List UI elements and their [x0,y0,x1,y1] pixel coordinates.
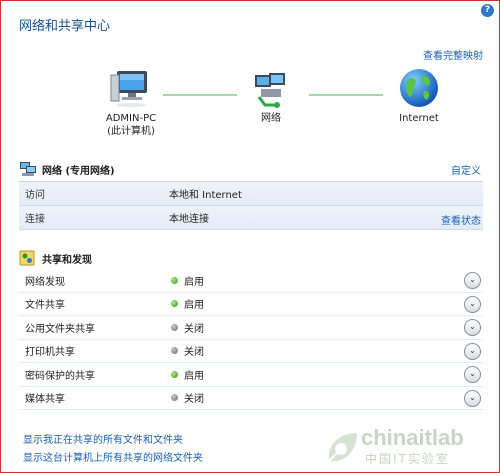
connection-line-1 [163,94,237,96]
sharing-section-header: 共享和发现 [19,247,483,269]
computer-name: ADMIN-PC [105,113,157,124]
file-sharing-status: 启用 [184,300,204,312]
chevron-down-icon[interactable]: ⌄ [464,389,481,407]
leaf-logo-icon [328,433,357,462]
file-sharing-label: 文件共享 [25,300,65,312]
chevron-down-icon[interactable]: ⌄ [464,272,481,289]
sharing-row: 文件共享 启用 ⌄ [19,293,483,316]
show-shared-folders-link[interactable]: 显示这台计算机上所有共享的网络文件夹 [23,449,203,464]
computer-icon [110,71,147,107]
help-icon[interactable]: ? [481,4,494,17]
view-full-map-link[interactable]: 查看完整映射 [423,47,483,62]
chevron-down-icon[interactable]: ⌄ [464,319,481,336]
network-info-row: 连接 本地连接 查看状态 [19,206,483,230]
sharing-row: 网络发现 启用 ⌄ [19,269,483,293]
globe-icon [400,69,438,107]
status-off-icon [171,347,178,355]
printer-sharing-label: 打印机共享 [25,347,75,359]
watermark: chinaitlab 中国IT实验室 [323,425,483,469]
network-node[interactable]: 网络 [241,71,301,125]
network-section-icon [19,161,37,177]
public-folder-sharing-status: 关闭 [184,323,204,335]
page-title: 网络和共享中心 [19,19,111,34]
status-off-icon [171,394,178,402]
network-section-header: 网络 (专用网络) [19,158,483,180]
internet-label: Internet [399,113,439,124]
sharing-row: 密码保护的共享 启用 ⌄ [19,363,483,387]
sharing-section-title: 共享和发现 [42,254,92,266]
network-sharing-center-window: 网络和共享中心 ? 查看完整映射 ADMIN-PC (此计算机) 网络 Inte… [0,0,500,473]
sharing-row: 公用文件夹共享 关闭 ⌄ [19,316,483,340]
chevron-down-icon[interactable]: ⌄ [464,342,481,360]
sharing-row: 打印机共享 关闭 ⌄ [19,340,483,363]
internet-node[interactable]: Internet [389,67,449,125]
access-value: 本地和 Internet [169,190,242,201]
network-info-row: 访问 本地和 Internet [19,182,483,206]
media-sharing-label: 媒体共享 [25,394,65,406]
status-on-icon [171,370,178,378]
computer-sublabel: (此计算机) [107,126,155,137]
network-discovery-label: 网络发现 [25,276,65,288]
watermark-subtitle: 中国IT实验室 [365,452,450,466]
network-icon [255,73,285,108]
computer-node[interactable]: ADMIN-PC (此计算机) [91,69,171,138]
show-shared-files-link[interactable]: 显示我正在共享的所有文件和文件夹 [23,431,183,446]
status-on-icon [171,300,178,308]
connection-value: 本地连接 [169,214,209,225]
customize-link[interactable]: 自定义 [451,162,481,177]
connection-key: 连接 [25,214,45,225]
network-info-table: 访问 本地和 Internet 连接 本地连接 查看状态 [19,181,483,230]
network-section-title: 网络 (专用网络) [42,165,115,177]
chevron-down-icon[interactable]: ⌄ [464,366,481,383]
media-sharing-status: 关闭 [184,394,204,406]
network-discovery-status: 启用 [184,276,204,288]
watermark-brand: chinaitlab [361,425,464,450]
password-protected-sharing-label: 密码保护的共享 [25,370,95,382]
sharing-table: 网络发现 启用 ⌄ 文件共享 启用 ⌄ 公用文件夹共享 关闭 ⌄ 打印机共享 关… [19,269,483,410]
status-off-icon [171,323,178,331]
connection-line-2 [309,94,383,96]
network-label: 网络 [261,113,281,124]
sharing-row: 媒体共享 关闭 ⌄ [19,387,483,410]
view-status-link[interactable]: 查看状态 [441,212,481,227]
public-folder-sharing-label: 公用文件夹共享 [25,323,95,335]
access-key: 访问 [25,190,45,201]
sharing-section-icon [19,250,37,266]
chevron-down-icon[interactable]: ⌄ [464,295,481,313]
password-protected-sharing-status: 启用 [184,370,204,382]
printer-sharing-status: 关闭 [184,347,204,359]
status-on-icon [171,276,178,284]
